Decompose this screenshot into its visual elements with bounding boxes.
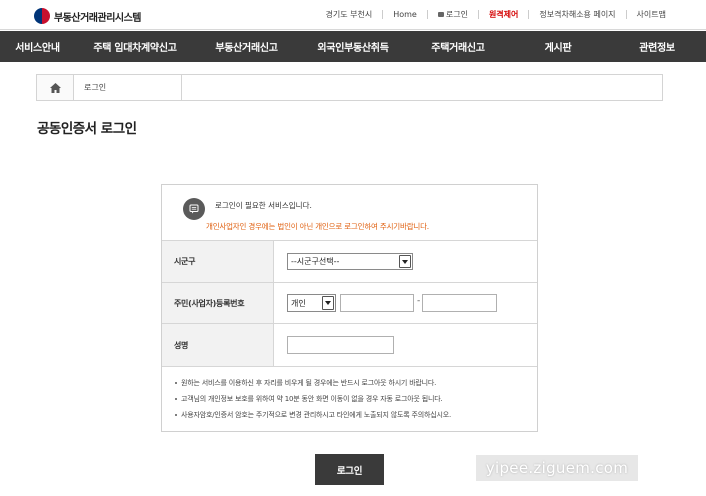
divider: [382, 10, 384, 19]
sigungu-label: 시군구: [162, 241, 274, 282]
person-type-select[interactable]: 개인: [287, 294, 336, 312]
chevron-down-icon: [399, 255, 411, 268]
government-emblem-icon: [34, 8, 50, 24]
accessibility-page-link[interactable]: 정보격차해소용 페이지: [539, 9, 615, 20]
nav-related-info[interactable]: 관련정보: [608, 31, 706, 62]
home-icon: [49, 82, 61, 93]
utility-links: 경기도 부천시 Home 로그인 원격제어 정보격차해소용 페이지 사이트맵: [326, 9, 666, 20]
watermark: yipee.ziguem.com: [476, 455, 638, 481]
divider: [477, 10, 479, 19]
divider: [528, 10, 530, 19]
resident-number-row: 주민(사업자)등록번호 개인 -: [162, 283, 537, 324]
top-bar: 부동산거래관리시스템 경기도 부천시 Home 로그인 원격제어 정보격차해소용…: [0, 0, 706, 30]
nav-lease-report[interactable]: 주택 임대차계약신고: [75, 31, 195, 62]
dash-separator: -: [417, 296, 421, 306]
note-text: 고객님의 개인정보 보호를 위하여 약 10분 동안 화면 이동이 없을 경우 …: [181, 395, 443, 403]
sitemap-link[interactable]: 사이트맵: [637, 9, 666, 20]
region-label: 경기도 부천시: [325, 10, 373, 19]
resident-number-value: 개인 -: [274, 283, 537, 323]
main-nav: 서비스안내 주택 임대차계약신고 부동산거래신고 외국인부동산취득 주택거래신고…: [0, 31, 706, 62]
divider: [625, 10, 627, 19]
nav-service-info[interactable]: 서비스안내: [0, 31, 75, 62]
notes-list: 원하는 서비스를 이용하신 후 자리를 비우게 될 경우에는 반드시 로그아웃 …: [162, 367, 537, 423]
sigungu-select[interactable]: --시군구선택--: [287, 253, 413, 270]
notice-warning-text: 개인사업자인 경우에는 법인이 아닌 개인으로 로그인하여 주시기바랍니다.: [206, 222, 429, 231]
site-logo[interactable]: 부동산거래관리시스템: [34, 8, 142, 24]
divider: [426, 10, 428, 19]
nav-real-estate-report[interactable]: 부동산거래신고: [195, 31, 298, 62]
resident-number-part2-input[interactable]: [422, 294, 497, 312]
name-label: 성명: [162, 324, 274, 366]
nav-board[interactable]: 게시판: [508, 31, 608, 62]
remote-control-link[interactable]: 원격제어: [489, 9, 518, 20]
lock-icon: [437, 12, 444, 17]
breadcrumb-home[interactable]: [37, 75, 74, 100]
note-text: 사용자암호/인증서 암호는 주기적으로 변경 관리하시고 타인에게 노출되지 않…: [181, 411, 451, 419]
home-link[interactable]: Home: [393, 10, 417, 19]
resident-number-part1-input[interactable]: [340, 294, 414, 312]
list-item: 원하는 서비스를 이용하신 후 자리를 비우게 될 경우에는 반드시 로그아웃 …: [175, 375, 537, 391]
page-title: 공동인증서 로그인: [37, 121, 137, 137]
note-text: 원하는 서비스를 이용하신 후 자리를 비우게 될 경우에는 반드시 로그아웃 …: [181, 379, 437, 387]
sigungu-row: 시군구 --시군구선택--: [162, 241, 537, 283]
person-type-select-value: 개인: [291, 298, 306, 308]
login-link-label: 로그인: [445, 10, 468, 19]
sigungu-select-value: --시군구선택--: [291, 257, 340, 266]
nav-foreigner-acquisition[interactable]: 외국인부동산취득: [298, 31, 408, 62]
login-link[interactable]: 로그인: [437, 9, 468, 20]
breadcrumb-current: 로그인: [74, 75, 182, 100]
notice-text: 로그인이 필요한 서비스입니다.: [215, 201, 312, 210]
login-form: 로그인이 필요한 서비스입니다. 개인사업자인 경우에는 법인이 아닌 개인으로…: [161, 184, 538, 432]
name-input[interactable]: [287, 336, 394, 354]
name-row: 성명: [162, 324, 537, 367]
nav-housing-report[interactable]: 주택거래신고: [408, 31, 508, 62]
login-button[interactable]: 로그인: [315, 454, 384, 485]
breadcrumb: 로그인: [36, 74, 663, 101]
chevron-down-icon: [322, 296, 334, 310]
login-notice: 로그인이 필요한 서비스입니다. 개인사업자인 경우에는 법인이 아닌 개인으로…: [162, 185, 537, 241]
list-item: 고객님의 개인정보 보호를 위하여 약 10분 동안 화면 이동이 없을 경우 …: [175, 391, 537, 407]
list-item: 사용자암호/인증서 암호는 주기적으로 변경 관리하시고 타인에게 노출되지 않…: [175, 407, 537, 423]
logo-text: 부동산거래관리시스템: [54, 12, 142, 24]
resident-number-label: 주민(사업자)등록번호: [162, 283, 274, 323]
sigungu-value: --시군구선택--: [274, 241, 537, 282]
notice-icon: [183, 198, 205, 220]
name-value: [274, 324, 537, 366]
